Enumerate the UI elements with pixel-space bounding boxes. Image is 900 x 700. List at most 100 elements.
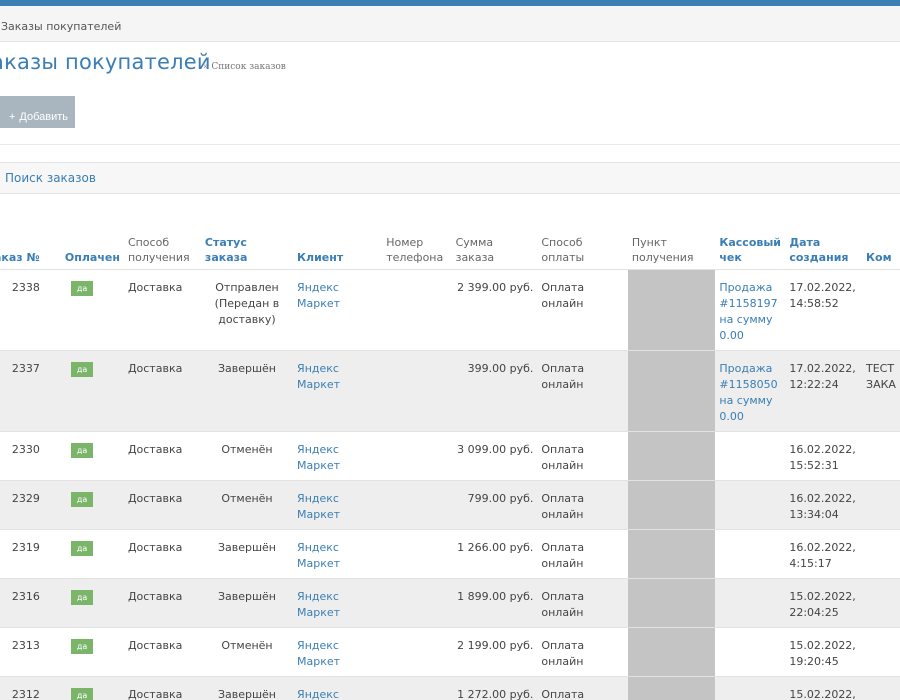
column-header-created[interactable]: Дата создания <box>785 229 862 269</box>
order-number-cell-text[interactable]: 2330 <box>12 443 40 456</box>
created-cell-text: 17.02.2022, 14:58:52 <box>789 280 856 310</box>
column-header-receipt[interactable]: Кассовый чек <box>715 229 785 269</box>
delivery-cell: Доставка <box>123 577 201 627</box>
phone-cell <box>382 577 452 627</box>
column-header-paid[interactable]: Оплачен <box>61 229 124 269</box>
receipt-cell-text[interactable]: Продажа #1158197 на сумму 0.00 <box>719 281 777 342</box>
table-row[interactable]: 2337 да Доставка Завершён Яндекс Маркет 399.0… <box>0 349 900 431</box>
comment-cell <box>862 577 900 627</box>
created-cell-text: 17.02.2022, 12:22:24 <box>789 361 856 391</box>
table-row[interactable]: 2313 да Доставка Отменён Яндекс Маркет 2 199.… <box>0 626 900 676</box>
column-header-client[interactable]: Клиент <box>293 229 382 269</box>
table-row[interactable]: 2312 да Доставка Завершён Яндекс Маркет 1 272… <box>0 675 900 700</box>
phone-cell <box>382 430 452 480</box>
table-row[interactable]: 2319 да Доставка Завершён Яндекс Маркет 1 266… <box>0 528 900 578</box>
client-cell-text[interactable]: Яндекс Маркет <box>297 443 340 472</box>
table-row[interactable]: 2330 да Доставка Отменён Яндекс Маркет 3 099.… <box>0 430 900 480</box>
status-cell-text: Завершён <box>217 361 277 375</box>
receipt-cell <box>715 626 786 676</box>
sum-cell: 3 099.00 руб. <box>451 430 538 480</box>
breadcrumb-item[interactable]: Заказы покупателей <box>1 20 121 33</box>
order-number-cell-text[interactable]: 2316 <box>12 590 40 603</box>
paid-cell: да <box>60 577 124 627</box>
sum-cell: 1 266.00 руб. <box>451 528 538 578</box>
delivery-cell-text: Доставка <box>127 280 183 294</box>
table-row[interactable]: 2316 да Доставка Завершён Яндекс Маркет 1 899… <box>0 577 900 627</box>
delivery-cell: Доставка <box>123 430 201 480</box>
breadcrumb: Заказы покупателей <box>0 6 900 42</box>
column-header-status[interactable]: Статус заказа <box>201 229 293 269</box>
add-button[interactable]: + Добавить <box>0 96 75 128</box>
client-cell-text[interactable]: Яндекс Маркет <box>297 639 340 668</box>
order-number-cell: 2313 <box>0 626 61 676</box>
client-cell-text[interactable]: Яндекс Маркет <box>297 590 340 619</box>
search-panel: Поиск заказов <box>0 162 900 194</box>
paid-badge: да <box>70 589 94 605</box>
receipt-cell <box>715 675 786 700</box>
receipt-cell: Продажа #1158197 на сумму 0.00 <box>715 268 786 350</box>
created-cell-text: 16.02.2022, 13:34:04 <box>789 491 856 521</box>
sum-cell: 799.00 руб. <box>451 479 538 529</box>
status-cell: Завершён <box>200 528 294 578</box>
payment-cell: Оплата онлайн <box>537 577 628 627</box>
phone-cell <box>382 349 452 431</box>
client-cell: Яндекс Маркет <box>293 675 383 700</box>
delivery-cell: Доставка <box>123 675 201 700</box>
payment-cell: Оплата онлайн <box>537 528 628 578</box>
sum-cell-text: 1 899.00 руб. <box>457 589 534 603</box>
payment-cell-text: Оплата онлайн <box>541 280 585 310</box>
table-row[interactable]: 2338 да Доставка Отправлен (Передан в доста… <box>0 268 900 350</box>
delivery-cell-text: Доставка <box>127 540 183 554</box>
status-cell: Отменён <box>200 430 294 480</box>
payment-cell-text: Оплата онлайн <box>541 361 585 391</box>
column-header-order-no[interactable]: аказ № <box>0 229 61 269</box>
delivery-cell: Доставка <box>123 479 201 529</box>
paid-cell: да <box>60 349 124 431</box>
order-number-cell-text[interactable]: 2329 <box>12 492 40 505</box>
order-number-cell-text[interactable]: 2337 <box>12 362 40 375</box>
client-cell-text[interactable]: Яндекс Маркет <box>297 362 340 391</box>
sum-cell-text: 3 099.00 руб. <box>457 442 534 456</box>
phone-cell <box>382 268 452 350</box>
created-cell: 15.02.2022, 22:04:25 <box>785 577 863 627</box>
payment-cell-text: Оплата онлайн <box>541 540 585 570</box>
phone-cell <box>382 675 452 700</box>
comment-cell-text: ТЕСТ ЗАКА <box>866 361 896 391</box>
status-cell-text: Отменён <box>221 638 273 652</box>
paid-badge: да <box>70 687 94 700</box>
orders-table: аказ № Оплачен Способ получения Статус з… <box>0 229 900 700</box>
order-number-cell: 2330 <box>0 430 61 480</box>
comment-cell <box>862 268 900 350</box>
receipt-cell-text[interactable]: Продажа #1158050 на сумму 0.00 <box>719 362 777 423</box>
created-cell-text: 15.02.2022, 18:41:41 <box>789 687 856 700</box>
comment-cell <box>862 528 900 578</box>
table-row[interactable]: 2329 да Доставка Отменён Яндекс Маркет 799.00… <box>0 479 900 529</box>
receipt-cell <box>715 528 786 578</box>
search-orders-toggle[interactable]: Поиск заказов <box>5 171 96 185</box>
order-number-cell-text[interactable]: 2312 <box>12 688 40 700</box>
client-cell-text[interactable]: Яндекс Маркет <box>297 281 340 310</box>
sum-cell-text: 1 266.00 руб. <box>457 540 534 554</box>
paid-cell: да <box>60 626 124 676</box>
order-number-cell-text[interactable]: 2338 <box>12 281 40 294</box>
comment-cell <box>862 675 900 700</box>
paid-cell: да <box>60 675 124 700</box>
created-cell: 15.02.2022, 18:41:41 <box>785 675 863 700</box>
client-cell-text[interactable]: Яндекс Маркет <box>297 492 340 521</box>
sum-cell: 1 899.00 руб. <box>451 577 538 627</box>
status-cell-text: Завершён <box>217 540 277 554</box>
receipt-cell: Продажа #1158050 на сумму 0.00 <box>715 349 786 431</box>
created-cell-text: 15.02.2022, 19:20:45 <box>789 638 856 668</box>
phone-cell <box>382 626 452 676</box>
sum-cell-text: 2 399.00 руб. <box>457 280 534 294</box>
column-header-comment[interactable]: Ком <box>862 229 900 269</box>
pickup-cell <box>627 626 716 676</box>
sum-cell: 399.00 руб. <box>451 349 538 431</box>
client-cell-text[interactable]: Яндекс Маркет <box>297 688 340 700</box>
payment-cell-text: Оплата онлайн <box>541 589 585 619</box>
status-cell: Отменён <box>200 626 294 676</box>
order-number-cell-text[interactable]: 2319 <box>12 541 40 554</box>
paid-badge: да <box>70 491 94 507</box>
client-cell-text[interactable]: Яндекс Маркет <box>297 541 340 570</box>
order-number-cell-text[interactable]: 2313 <box>12 639 40 652</box>
